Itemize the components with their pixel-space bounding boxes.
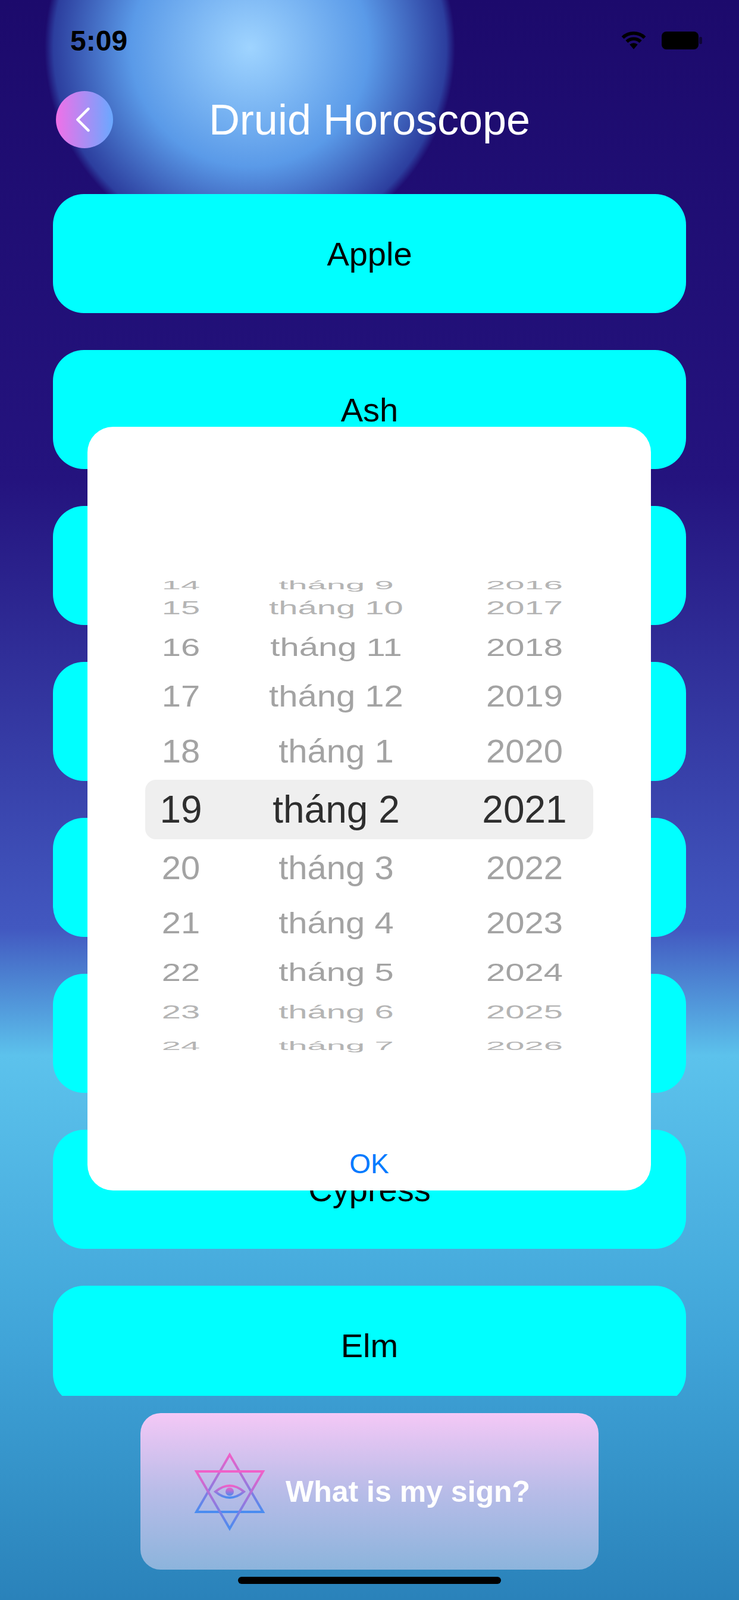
picker-day: 19 xyxy=(145,790,217,829)
back-button[interactable] xyxy=(55,91,114,149)
status-time: 5:09 xyxy=(70,24,128,58)
picker-year: 2022 xyxy=(455,850,594,884)
picker-row[interactable]: 22tháng 52024 xyxy=(145,949,594,995)
header: Druid Horoscope xyxy=(0,63,739,177)
picker-year: 2017 xyxy=(455,597,594,618)
picker-year: 2026 xyxy=(455,1039,594,1052)
picker-day: 18 xyxy=(145,734,217,767)
date-picker[interactable]: 14tháng 9201615tháng 10201716tháng 11201… xyxy=(87,567,651,1051)
picker-row[interactable]: 18tháng 12020 xyxy=(145,722,594,780)
picker-day: 15 xyxy=(145,597,217,618)
picker-day: 17 xyxy=(145,680,217,711)
date-picker-dialog: 14tháng 9201615tháng 10201716tháng 11201… xyxy=(87,426,651,1191)
picker-month: tháng 12 xyxy=(216,680,456,711)
picker-month: tháng 11 xyxy=(216,634,456,660)
picker-year: 2023 xyxy=(455,907,594,938)
sign-button[interactable]: Apple xyxy=(52,193,687,313)
picker-month: tháng 10 xyxy=(216,597,456,618)
star-eye-icon xyxy=(188,1449,272,1533)
picker-month: tháng 9 xyxy=(216,578,456,592)
what-is-my-sign-button[interactable]: What is my sign? xyxy=(140,1412,599,1570)
picker-row[interactable]: 24tháng 72026 xyxy=(145,1028,594,1051)
sign-button[interactable]: Elm xyxy=(52,1285,687,1396)
picker-day: 20 xyxy=(145,850,217,884)
picker-row[interactable]: 19tháng 22021 xyxy=(145,779,594,839)
home-indicator xyxy=(238,1576,501,1584)
picker-day: 24 xyxy=(145,1039,217,1052)
picker-day: 22 xyxy=(145,959,217,985)
picker-month: tháng 4 xyxy=(216,907,456,938)
status-icons xyxy=(619,30,704,51)
picker-year: 2019 xyxy=(455,680,594,711)
status-bar: 5:09 xyxy=(0,0,739,81)
picker-month: tháng 6 xyxy=(216,1001,456,1022)
picker-year: 2021 xyxy=(455,790,594,829)
wifi-icon xyxy=(619,30,648,51)
picker-row[interactable]: 15tháng 102017 xyxy=(145,590,594,625)
picker-month: tháng 2 xyxy=(216,790,456,829)
picker-day: 21 xyxy=(145,907,217,938)
picker-row[interactable]: 21tháng 42023 xyxy=(145,896,594,950)
picker-day: 14 xyxy=(145,578,217,592)
picker-month: tháng 1 xyxy=(216,734,456,767)
battery-icon xyxy=(660,30,704,50)
picker-row[interactable]: 23tháng 62025 xyxy=(145,994,594,1029)
ok-button[interactable]: OK xyxy=(87,1136,651,1191)
picker-day: 16 xyxy=(145,634,217,660)
picker-row[interactable]: 17tháng 122019 xyxy=(145,669,594,723)
screen: 5:09Druid HoroscopeAppleAshCypressElmWha… xyxy=(0,0,739,1600)
action-label: What is my sign? xyxy=(285,1473,531,1509)
picker-year: 2020 xyxy=(455,734,594,767)
chevron-left-icon xyxy=(69,104,100,136)
picker-year: 2024 xyxy=(455,959,594,985)
picker-row[interactable]: 14tháng 92016 xyxy=(145,567,594,591)
picker-month: tháng 5 xyxy=(216,959,456,985)
picker-row[interactable]: 20tháng 32022 xyxy=(145,838,594,897)
picker-year: 2025 xyxy=(455,1001,594,1022)
picker-year: 2016 xyxy=(455,578,594,592)
picker-row[interactable]: 16tháng 112018 xyxy=(145,624,594,670)
picker-day: 23 xyxy=(145,1001,217,1022)
picker-month: tháng 7 xyxy=(216,1039,456,1052)
picker-year: 2018 xyxy=(455,634,594,660)
page-title: Druid Horoscope xyxy=(113,95,626,144)
picker-month: tháng 3 xyxy=(216,850,456,884)
